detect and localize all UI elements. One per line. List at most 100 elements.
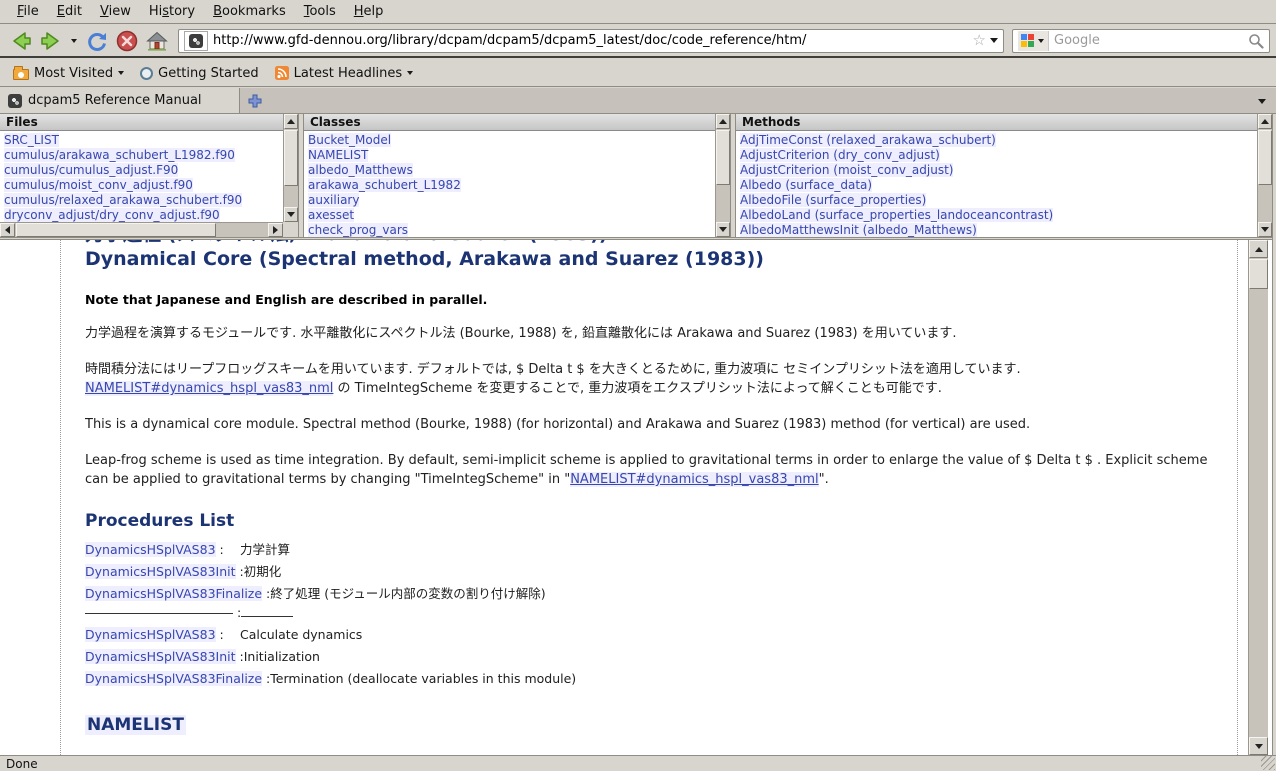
frame-splitter[interactable] [298, 114, 304, 237]
class-link[interactable]: Bucket_Model [308, 133, 391, 147]
file-link[interactable]: SRC_LIST [4, 133, 59, 147]
method-link[interactable]: AlbedoLand (surface_properties_landocean… [740, 208, 1053, 222]
namelist-link[interactable]: NAMELIST#dynamics_hspl_vas83_nml [570, 472, 818, 487]
scroll-right-button[interactable] [268, 223, 283, 237]
menu-help[interactable]: Help [345, 0, 393, 23]
main-vertical-scrollbar[interactable] [1248, 240, 1268, 755]
procedure-link[interactable]: DynamicsHSplVAS83 [85, 627, 216, 642]
main-content-frame: 力学過程 (スペクトル法, Arakawa and Suarez (1983))… [0, 240, 1272, 755]
classes-vertical-scrollbar[interactable] [715, 114, 730, 237]
procedure-desc: 力学計算 [240, 539, 290, 558]
methods-vertical-scrollbar[interactable] [1257, 114, 1272, 237]
triangle-up-icon [1261, 119, 1269, 124]
scrollbar-thumb[interactable] [716, 130, 730, 185]
menu-tools[interactable]: Tools [295, 0, 345, 23]
scroll-left-button[interactable] [0, 223, 15, 237]
procedure-desc: 終了処理 (モジュール内部の変数の割り付け解除) [270, 583, 545, 602]
procedure-link[interactable]: DynamicsHSplVAS83Finalize [85, 586, 262, 601]
files-horizontal-scrollbar[interactable] [0, 222, 283, 237]
frame-splitter[interactable] [730, 114, 736, 237]
search-input[interactable]: Google [1054, 33, 1248, 48]
class-link[interactable]: albedo_Matthews [308, 163, 413, 177]
list-all-tabs-button[interactable] [1252, 88, 1272, 114]
forward-button[interactable] [36, 27, 66, 55]
plus-icon [248, 94, 262, 108]
method-link[interactable]: AlbedoMatthewsInit (albedo_Matthews) [740, 223, 977, 237]
menu-bookmarks-label: Bookmarks [213, 4, 286, 19]
file-link[interactable]: cumulus/moist_conv_adjust.f90 [4, 178, 193, 192]
url-bar[interactable]: http://www.gfd-dennou.org/library/dcpam/… [178, 29, 1004, 53]
search-bar[interactable]: Google [1012, 29, 1270, 53]
scroll-down-button[interactable] [1258, 222, 1272, 237]
method-link[interactable]: AdjTimeConst (relaxed_arakawa_schubert) [740, 133, 996, 147]
procedure-link[interactable]: DynamicsHSplVAS83 [85, 542, 216, 557]
bookmark-label: Latest Headlines [294, 66, 403, 81]
rss-icon [275, 66, 289, 80]
search-magnifier-icon[interactable] [1248, 33, 1264, 49]
method-link[interactable]: AdjustCriterion (dry_conv_adjust) [740, 148, 940, 162]
url-input[interactable]: http://www.gfd-dennou.org/library/dcpam/… [213, 33, 969, 48]
back-forward-dropdown[interactable] [66, 27, 82, 55]
scroll-up-button[interactable] [1258, 114, 1272, 129]
home-button[interactable] [142, 27, 172, 55]
resize-grip[interactable] [1261, 756, 1275, 770]
bookmark-getting-started[interactable]: Getting Started [132, 60, 267, 86]
method-link[interactable]: AlbedoFile (surface_properties) [740, 193, 926, 207]
window-border [1272, 114, 1276, 755]
reload-button[interactable] [82, 27, 112, 55]
page-title-line: Dynamical Core (Spectral method, Arakawa… [85, 247, 1217, 272]
scroll-up-button[interactable] [1249, 240, 1268, 258]
procedure-link[interactable]: DynamicsHSplVAS83Finalize [85, 671, 262, 686]
url-dropdown-icon[interactable] [990, 38, 998, 43]
class-link[interactable]: auxiliary [308, 193, 359, 207]
scroll-down-button[interactable] [1249, 737, 1268, 755]
new-tab-button[interactable] [240, 88, 270, 113]
class-link[interactable]: axesset [308, 208, 354, 222]
class-link[interactable]: arakawa_schubert_L1982 [308, 178, 461, 192]
triangle-up-icon [1255, 247, 1263, 252]
scrollbar-thumb[interactable] [1258, 130, 1272, 185]
file-link[interactable]: cumulus/relaxed_arakawa_schubert.f90 [4, 193, 242, 207]
procedure-name-cell: DynamicsHSplVAS83 : [85, 542, 240, 557]
search-engine-selector[interactable] [1018, 31, 1049, 51]
files-vertical-scrollbar[interactable] [283, 114, 298, 222]
menu-history[interactable]: History [140, 0, 204, 23]
procedure-name-cell: DynamicsHSplVAS83Init : [85, 564, 244, 579]
scroll-down-button[interactable] [716, 222, 730, 237]
procedure-link[interactable]: DynamicsHSplVAS83Init [85, 564, 236, 579]
file-link[interactable]: cumulus/cumulus_adjust.F90 [4, 163, 178, 177]
bookmark-star-icon[interactable]: ☆ [973, 33, 986, 48]
menu-file[interactable]: File [8, 0, 48, 23]
procedure-link[interactable]: DynamicsHSplVAS83Init [85, 649, 236, 664]
scrollbar-thumb[interactable] [16, 223, 216, 237]
scrollbar-thumb[interactable] [1249, 259, 1268, 289]
colon: : [220, 627, 224, 642]
scroll-down-button[interactable] [284, 207, 298, 222]
table-row-divider: : [85, 605, 1217, 627]
method-link[interactable]: AdjustCriterion (moist_conv_adjust) [740, 163, 953, 177]
bookmark-latest-headlines[interactable]: Latest Headlines [267, 60, 422, 86]
scroll-up-button[interactable] [284, 114, 298, 129]
bookmark-label: Most Visited [34, 66, 113, 81]
class-link[interactable]: check_prog_vars [308, 223, 408, 237]
stop-button[interactable] [112, 27, 142, 55]
procedure-name-cell: DynamicsHSplVAS83Init : [85, 649, 244, 664]
procedure-desc: Initialization [244, 649, 320, 664]
file-link[interactable]: cumulus/arakawa_schubert_L1982.f90 [4, 148, 235, 162]
tab-dcpam5-reference-manual[interactable]: dcpam5 Reference Manual [0, 88, 240, 113]
back-button[interactable] [6, 27, 36, 55]
menu-bookmarks[interactable]: Bookmarks [204, 0, 295, 23]
menu-file-label: File [17, 4, 39, 19]
namelist-link[interactable]: NAMELIST#dynamics_hspl_vas83_nml [85, 381, 333, 396]
scroll-up-button[interactable] [716, 114, 730, 129]
menu-view[interactable]: View [91, 0, 140, 23]
scrollbar-corner [283, 222, 298, 237]
menu-edit[interactable]: Edit [48, 0, 91, 23]
bookmark-most-visited[interactable]: Most Visited [5, 60, 132, 86]
scrollbar-thumb[interactable] [284, 130, 298, 186]
methods-frame: Methods AdjTimeConst (relaxed_arakawa_sc… [736, 114, 1272, 237]
class-link[interactable]: NAMELIST [308, 148, 368, 162]
file-link[interactable]: dryconv_adjust/dry_conv_adjust.f90 [4, 208, 220, 222]
method-link[interactable]: Albedo (surface_data) [740, 178, 872, 192]
document: 力学過程 (スペクトル法, Arakawa and Suarez (1983))… [60, 240, 1238, 755]
